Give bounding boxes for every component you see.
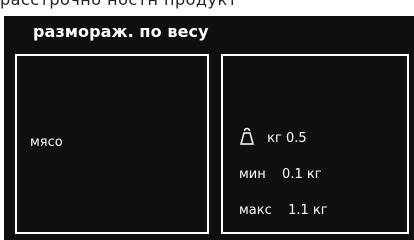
min-value: 0.1 кг [282,167,322,182]
min-label: мин [239,167,266,182]
weight-unit: кг [267,131,282,146]
max-label: макс [239,203,272,218]
defrost-by-weight-screen: размораж. по весу мясо кг 0.5 мин 0.1 кг… [4,16,414,240]
food-type-label: мясо [30,135,63,150]
max-weight-row: макс 1.1 кг [239,202,328,220]
weight-value: 0.5 [285,131,307,146]
max-value: 1.1 кг [288,203,328,218]
weight-icon [239,127,255,145]
weight-panel[interactable]: кг 0.5 мин 0.1 кг макс 1.1 кг [221,54,409,234]
food-type-panel[interactable]: мясо [15,54,209,234]
selected-weight-row: кг 0.5 [239,127,307,148]
screen-title: размораж. по весу [33,22,209,41]
min-weight-row: мин 0.1 кг [239,166,322,184]
top-cutoff-text: расстрочно ностн продукт [0,0,414,10]
